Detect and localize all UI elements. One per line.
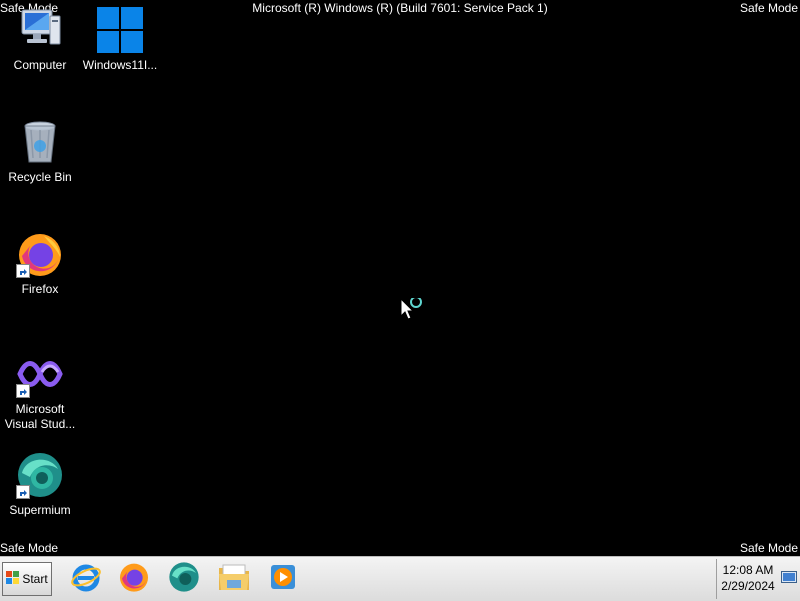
supermium-icon — [16, 451, 64, 499]
firefox-icon — [16, 230, 64, 278]
shortcut-arrow-icon — [16, 384, 30, 398]
desktop-icon-firefox[interactable]: Firefox — [0, 230, 80, 297]
desktop-icon-computer[interactable]: Computer — [0, 6, 80, 73]
visual-studio-icon — [16, 350, 64, 398]
busy-cursor-icon — [400, 296, 426, 327]
windows-logo-icon — [96, 6, 144, 54]
clock[interactable]: 12:08 AM 2/29/2024 — [717, 562, 779, 594]
shortcut-arrow-icon — [16, 264, 30, 278]
taskbar: Start 12:08 AM 2/29/2024 — [0, 556, 800, 601]
recycle-bin-icon — [16, 118, 64, 166]
start-button[interactable]: Start — [2, 562, 52, 596]
firefox-icon — [118, 561, 150, 598]
desktop-icon-supermium[interactable]: Supermium — [0, 451, 80, 518]
supermium-icon — [168, 561, 200, 598]
taskbar-supermium[interactable] — [166, 561, 202, 597]
desktop-icon-label: Computer — [13, 58, 67, 72]
safe-mode-label-top-right: Safe Mode — [739, 1, 798, 15]
safe-mode-label-bottom-left: Safe Mode — [0, 541, 59, 555]
shortcut-arrow-icon — [16, 485, 30, 499]
notification-area: 12:08 AM 2/29/2024 — [716, 559, 800, 599]
clock-date: 2/29/2024 — [721, 579, 775, 593]
show-desktop-icon[interactable] — [781, 571, 797, 590]
start-label: Start — [22, 572, 48, 586]
media-player-icon — [269, 562, 299, 597]
windows-flag-icon — [6, 570, 20, 588]
desktop-icon-label: Supermium — [9, 503, 71, 517]
clock-time: 12:08 AM — [722, 563, 774, 577]
desktop-icon-visual-studio[interactable]: Microsoft Visual Stud... — [0, 350, 80, 432]
desktop-icon-label: Windows11I... — [82, 58, 158, 72]
desktop-icon-label: Microsoft Visual Stud... — [4, 402, 76, 431]
taskbar-firefox[interactable] — [116, 561, 152, 597]
folder-icon — [217, 562, 251, 597]
desktop-icon-windows11-installer[interactable]: Windows11I... — [80, 6, 160, 73]
desktop-icon-recycle-bin[interactable]: Recycle Bin — [0, 118, 80, 185]
taskbar-internet-explorer[interactable] — [68, 561, 104, 597]
internet-explorer-icon — [70, 561, 102, 598]
safe-mode-label-bottom-right: Safe Mode — [739, 541, 798, 555]
desktop-icon-label: Firefox — [21, 282, 59, 296]
computer-icon — [16, 6, 64, 54]
taskbar-windows-explorer[interactable] — [216, 561, 252, 597]
desktop-icon-label: Recycle Bin — [8, 170, 72, 184]
taskbar-media-player[interactable] — [266, 561, 302, 597]
